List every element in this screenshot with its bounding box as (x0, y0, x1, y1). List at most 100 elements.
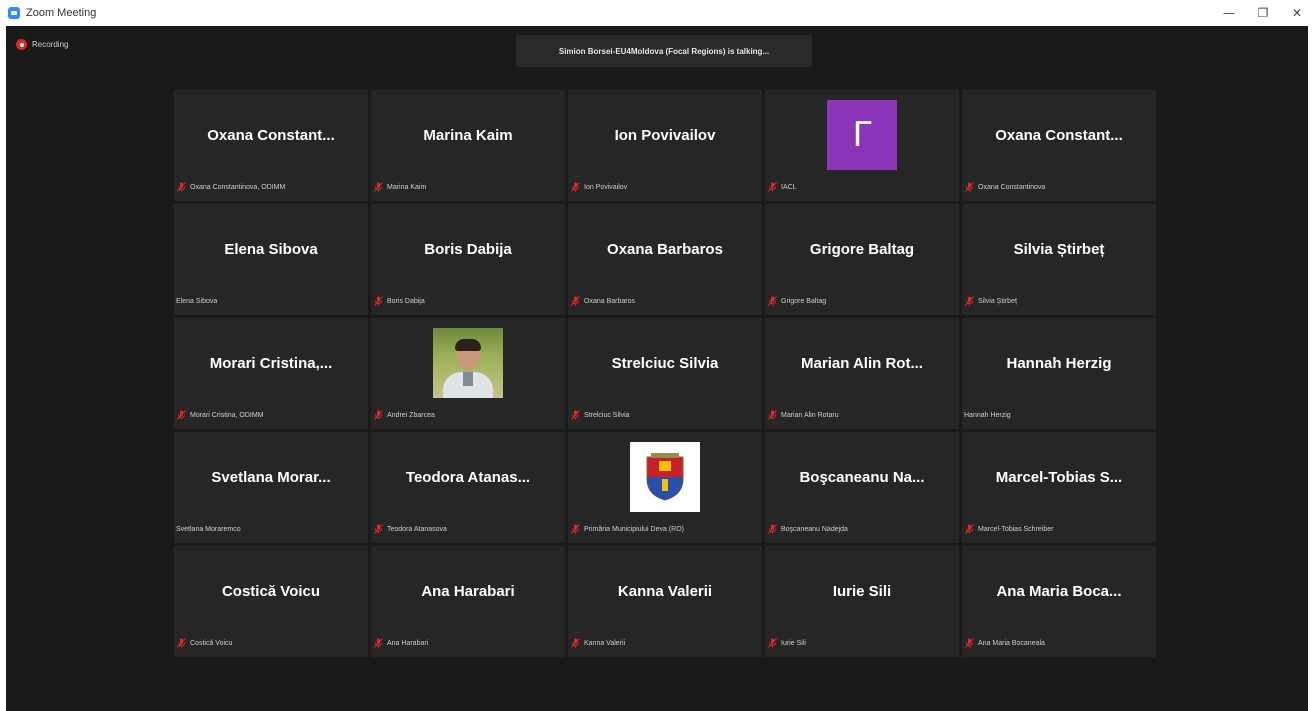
gallery-grid: Oxana Constant... Oxana Constantinova, OD… (174, 90, 1156, 657)
participant-tile[interactable]: Elena Sibova Elena Sibova (174, 204, 368, 315)
participant-name: Primăria Municipiului Deva (RO) (584, 525, 684, 533)
participant-tile[interactable]: Ion Povivailov Ion Povivailov (568, 90, 762, 201)
participant-nameplate: Primăria Municipiului Deva (RO) (568, 523, 684, 535)
recording-label: Recording (32, 40, 69, 49)
participant-display-name: Elena Sibova (224, 240, 318, 258)
participant-tile[interactable]: Iurie Sili Iurie Sili (765, 546, 959, 657)
participant-tile[interactable]: Oxana Constant... Oxana Constantinova (962, 90, 1156, 201)
participant-avatar: Γ (765, 90, 959, 180)
participant-tile[interactable]: Marcel-Tobias S... Marcel-Tobias Schreibe… (962, 432, 1156, 543)
participant-display-name: Strelciuc Silvia (611, 354, 719, 372)
participant-tile[interactable]: Svetlana Morar... Svetlana Moraremco (174, 432, 368, 543)
mic-muted-icon (571, 524, 580, 534)
mic-muted-icon (965, 638, 974, 648)
participant-tile[interactable]: Andrei Zbarcea (371, 318, 565, 429)
mic-muted-icon (571, 638, 580, 648)
participant-name: Silvia Știrbeț (978, 297, 1017, 305)
participant-nameplate: Elena Sibova (174, 295, 217, 307)
mic-muted-icon (374, 296, 383, 306)
active-speaker-banner: Simion Borsei-EU4Moldova (Focal Regions)… (516, 35, 812, 67)
participant-name: Marcel-Tobias Schreiber (978, 525, 1054, 533)
mic-muted-icon (571, 296, 580, 306)
participant-nameplate: Ana Maria Bocaneala (962, 637, 1045, 649)
participant-avatar (568, 432, 762, 522)
participant-nameplate: Teodora Atanasova (371, 523, 447, 535)
participant-name: Boşcaneanu Nadejda (781, 525, 848, 533)
participant-name: Grigore Baltag (781, 297, 827, 305)
participant-name: Strelciuc Silvia (584, 411, 630, 419)
participant-display-name: Teodora Atanas... (405, 468, 531, 486)
participant-tile[interactable]: Oxana Constant... Oxana Constantinova, OD… (174, 90, 368, 201)
recording-icon (16, 39, 27, 50)
participant-tile[interactable]: Hannah Herzig Hannah Herzig (962, 318, 1156, 429)
participant-display-name: Boşcaneanu Na... (799, 468, 925, 486)
mic-muted-icon (768, 638, 777, 648)
mic-muted-icon (374, 410, 383, 420)
participant-name: Svetlana Moraremco (176, 525, 241, 533)
window-titlebar: Zoom Meeting — ❐ ✕ (0, 0, 1314, 26)
participant-nameplate: Hannah Herzig (962, 409, 1011, 421)
participant-tile[interactable]: Strelciuc Silvia Strelciuc Silvia (568, 318, 762, 429)
participant-nameplate: Boris Dabija (371, 295, 425, 307)
participant-tile[interactable]: Costică Voicu Costică Voicu (174, 546, 368, 657)
participant-display-name: Svetlana Morar... (211, 468, 331, 486)
participant-tile[interactable]: Boris Dabija Boris Dabija (371, 204, 565, 315)
participant-tile[interactable]: Teodora Atanas... Teodora Atanasova (371, 432, 565, 543)
close-button[interactable]: ✕ (1280, 0, 1314, 26)
mic-muted-icon (374, 182, 383, 192)
meeting-stage: Recording Simion Borsei-EU4Moldova (Foca… (6, 26, 1308, 711)
mic-muted-icon (571, 410, 580, 420)
participant-tile[interactable]: Marian Alin Rot... Marian Alin Rotaru (765, 318, 959, 429)
participant-display-name: Morari Cristina,... (209, 354, 333, 372)
participant-nameplate: IACL (765, 181, 797, 193)
coat-of-arms-icon (630, 442, 700, 512)
participant-display-name: Kanna Valerii (617, 582, 713, 600)
mic-muted-icon (965, 524, 974, 534)
participant-tile[interactable]: Morari Cristina,... Morari Cristina, ODIM… (174, 318, 368, 429)
participant-nameplate: Boşcaneanu Nadejda (765, 523, 848, 535)
participant-name: Ana Maria Bocaneala (978, 639, 1045, 647)
mic-muted-icon (965, 296, 974, 306)
participant-tile[interactable]: Grigore Baltag Grigore Baltag (765, 204, 959, 315)
participant-tile[interactable]: Ana Harabari Ana Harabari (371, 546, 565, 657)
participant-name: Kanna Valerii (584, 639, 626, 647)
participant-nameplate: Grigore Baltag (765, 295, 826, 307)
mic-muted-icon (768, 410, 777, 420)
participant-display-name: Costică Voicu (221, 582, 321, 600)
participant-nameplate: Iurie Sili (765, 637, 806, 649)
participant-nameplate: Strelciuc Silvia (568, 409, 630, 421)
participant-display-name: Marina Kaim (423, 126, 513, 144)
participant-tile[interactable]: Ana Maria Boca... Ana Maria Bocaneala (962, 546, 1156, 657)
mic-muted-icon (374, 638, 383, 648)
participant-name: Andrei Zbarcea (387, 411, 435, 419)
participant-nameplate: Ion Povivailov (568, 181, 627, 193)
participant-nameplate: Marian Alin Rotaru (765, 409, 839, 421)
participant-tile[interactable]: Silvia Știrbeț Silvia Știrbeț (962, 204, 1156, 315)
participant-nameplate: Andrei Zbarcea (371, 409, 435, 421)
participant-tile[interactable]: Γ IACL (765, 90, 959, 201)
participant-name: Elena Sibova (176, 297, 218, 305)
participant-display-name: Oxana Barbaros (607, 240, 723, 258)
participant-display-name: Oxana Constant... (207, 126, 335, 144)
participant-avatar (371, 318, 565, 408)
participant-display-name: Ion Povivailov (614, 126, 716, 144)
restore-button[interactable]: ❐ (1246, 0, 1280, 26)
participant-display-name: Ana Harabari (421, 582, 515, 600)
participant-tile[interactable]: Oxana Barbaros Oxana Barbaros (568, 204, 762, 315)
participant-tile[interactable]: Kanna Valerii Kanna Valerii (568, 546, 762, 657)
minimize-button[interactable]: — (1212, 0, 1246, 26)
mic-muted-icon (768, 296, 777, 306)
participant-display-name: Iurie Sili (832, 582, 892, 600)
participant-nameplate: Kanna Valerii (568, 637, 625, 649)
window-controls: — ❐ ✕ (1212, 0, 1314, 26)
recording-indicator[interactable]: Recording (16, 39, 68, 50)
participant-nameplate: Oxana Constantinova, ODIMM (174, 181, 285, 193)
participant-display-name: Marian Alin Rot... (801, 354, 923, 372)
mic-muted-icon (571, 182, 580, 192)
avatar-photo (433, 328, 503, 398)
mic-muted-icon (177, 638, 186, 648)
participant-tile[interactable]: Boşcaneanu Na... Boşcaneanu Nadejda (765, 432, 959, 543)
participant-tile[interactable]: Marina Kaim Marina Kaim (371, 90, 565, 201)
mic-muted-icon (374, 524, 383, 534)
participant-tile[interactable]: Primăria Municipiului Deva (RO) (568, 432, 762, 543)
